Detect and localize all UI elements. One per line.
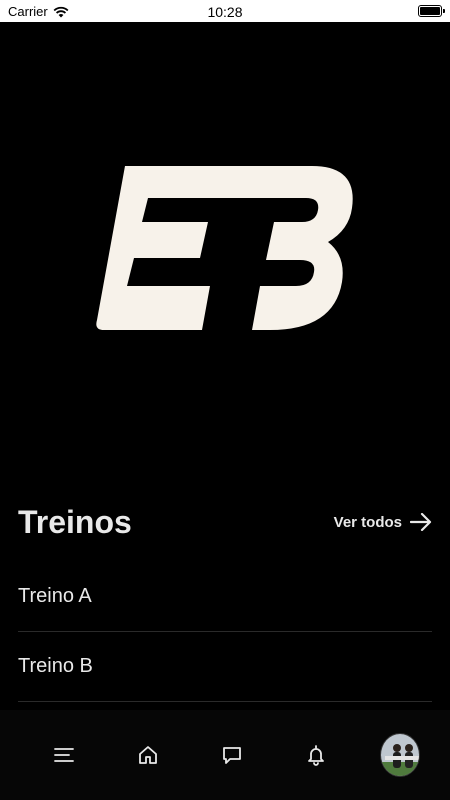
brand-logo <box>96 166 353 330</box>
workouts-list: Treino A Treino B <box>18 562 432 702</box>
workout-item-b[interactable]: Treino B <box>18 632 432 702</box>
menu-icon <box>54 748 74 762</box>
avatar-image <box>381 734 419 776</box>
workouts-header: Treinos Ver todos <box>18 500 432 544</box>
profile-tab[interactable] <box>380 733 420 777</box>
see-all-label: Ver todos <box>333 513 402 531</box>
notifications-tab[interactable] <box>296 735 336 775</box>
workout-label: Treino A <box>18 585 92 607</box>
home-tab[interactable] <box>128 735 168 775</box>
status-time: 10:28 <box>207 4 243 20</box>
home-icon <box>139 746 157 764</box>
section-title: Treinos <box>18 503 132 540</box>
arrow-right-icon <box>410 513 432 531</box>
status-bar: Carrier 10:28 <box>0 0 450 22</box>
workout-item-a[interactable]: Treino A <box>18 562 432 632</box>
chat-icon <box>223 747 241 764</box>
chat-tab[interactable] <box>212 735 252 775</box>
avatar <box>380 733 420 777</box>
menu-tab[interactable] <box>44 735 84 775</box>
bottom-tab-bar <box>0 710 450 800</box>
bell-icon <box>308 745 324 766</box>
workout-label: Treino B <box>18 655 93 677</box>
battery-icon <box>418 5 445 17</box>
see-all-button[interactable]: Ver todos <box>334 513 432 531</box>
